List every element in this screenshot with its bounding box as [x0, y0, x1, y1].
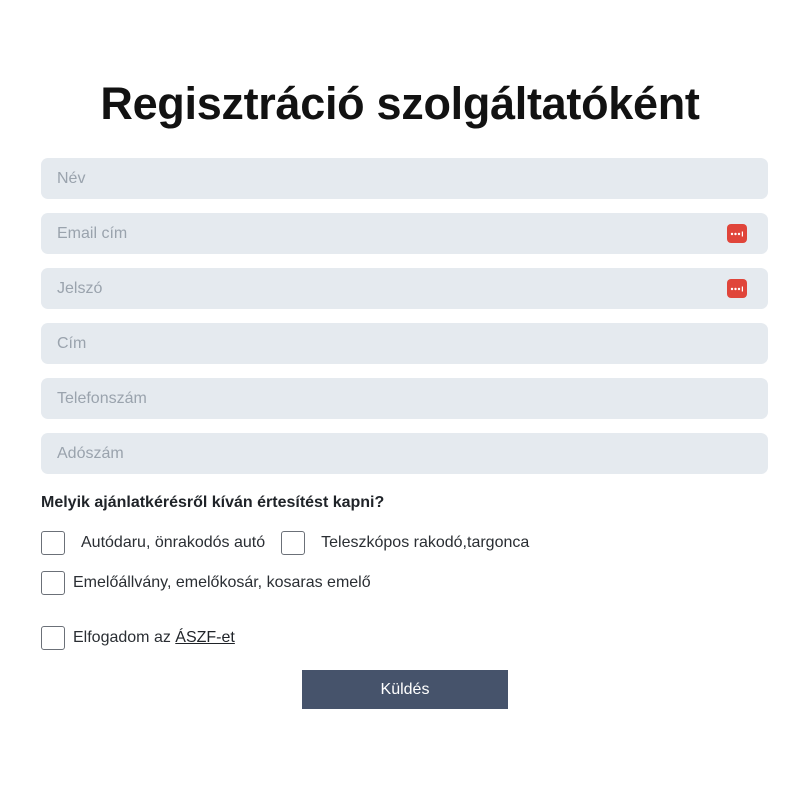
phone-input[interactable]	[41, 378, 768, 419]
registration-page: Regisztráció szolgáltatóként Név Email c…	[0, 0, 800, 800]
notification-option-lift-row: Emelőállvány, emelőkosár, kosaras emelő	[41, 571, 371, 595]
phone-field[interactable]	[41, 378, 768, 419]
notification-options-row: Autódaru, önrakodós autó Teleszkópos rak…	[41, 531, 529, 555]
tax-number-input[interactable]	[41, 433, 768, 474]
terms-link[interactable]: ÁSZF-et	[175, 629, 235, 646]
password-input[interactable]	[41, 268, 768, 309]
terms-prefix: Elfogadom az	[73, 629, 176, 646]
submit-button[interactable]: Küldés	[302, 670, 508, 709]
email-field[interactable]	[41, 213, 768, 254]
option-crane-label[interactable]: Autódaru, önrakodós autó	[81, 534, 265, 552]
registration-form	[41, 158, 768, 488]
password-field[interactable]	[41, 268, 768, 309]
terms-label: Elfogadom az ÁSZF-et	[73, 629, 235, 647]
option-lift-checkbox[interactable]	[41, 571, 65, 595]
name-input[interactable]	[41, 158, 768, 199]
page-title: Regisztráció szolgáltatóként	[100, 78, 700, 129]
tax-number-field[interactable]	[41, 433, 768, 474]
password-manager-icon[interactable]	[727, 279, 747, 298]
name-field[interactable]	[41, 158, 768, 199]
email-input[interactable]	[41, 213, 768, 254]
option-telehandler-checkbox[interactable]	[281, 531, 306, 555]
password-manager-icon[interactable]	[727, 224, 747, 243]
terms-checkbox[interactable]	[41, 626, 65, 650]
address-field[interactable]	[41, 323, 768, 364]
option-telehandler-label[interactable]: Teleszkópos rakodó,targonca	[321, 534, 529, 552]
address-input[interactable]	[41, 323, 768, 364]
option-lift-label[interactable]: Emelőállvány, emelőkosár, kosaras emelő	[73, 574, 371, 592]
terms-row: Elfogadom az ÁSZF-et	[41, 626, 235, 650]
option-crane-checkbox[interactable]	[41, 531, 65, 555]
notification-question: Melyik ajánlatkérésről kíván értesítést …	[41, 494, 385, 511]
